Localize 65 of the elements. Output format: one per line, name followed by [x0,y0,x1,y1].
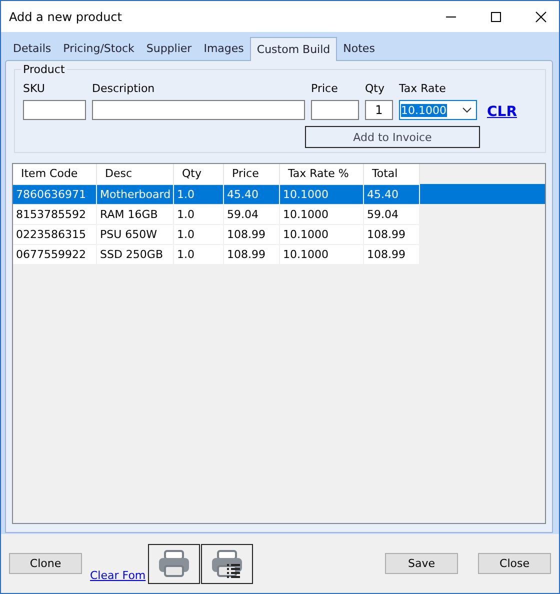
table-cell: 45.40 [364,184,420,204]
price-field[interactable] [311,100,359,120]
close-icon[interactable] [535,10,547,22]
tab[interactable]: Supplier [140,38,198,60]
table-row[interactable]: 0677559922 SSD 250GB 1.0 108.99 10.1000 108.99 [13,244,545,264]
table-cell: SSD 250GB [97,244,174,264]
qty-field[interactable]: 1 [365,100,393,120]
column-header[interactable]: Tax Rate % [280,164,364,184]
save-button[interactable]: Save [385,553,458,574]
table-cell: 108.99 [224,244,280,264]
table-cell: 108.99 [364,224,420,244]
table-cell: 0223586315 [13,224,97,244]
table-cell: 59.04 [224,204,280,224]
field-label: Qty [365,82,386,95]
tab[interactable]: Custom Build [250,37,338,61]
table-cell: 8153785592 [13,204,97,224]
column-header[interactable]: Total [364,164,420,184]
close-button[interactable]: Close [478,553,551,574]
window-title: Add a new product [9,10,123,24]
table-cell: 10.1000 [280,224,364,244]
print-button[interactable] [148,544,200,584]
tab[interactable]: Images [198,38,250,60]
table-cell: 10.1000 [280,244,364,264]
table-cell: 1.0 [174,244,224,264]
table-cell: 108.99 [364,244,420,264]
printer-list-icon [210,548,244,578]
description-field[interactable] [92,100,305,120]
table-cell: 1.0 [174,224,224,244]
tab[interactable]: Pricing/Stock [57,38,140,60]
clear-link[interactable]: CLR [487,104,517,120]
table-cell: Motherboard [97,184,174,204]
clear-form-link[interactable]: Clear Fom [90,569,146,582]
table-cell: RAM 16GB [97,204,174,224]
chevron-icon [462,107,472,113]
table-cell: 10.1000 [280,204,364,224]
field-label: SKU [23,82,46,95]
table-row[interactable]: 8153785592 RAM 16GB 1.0 59.04 10.1000 59.04 [13,204,545,224]
tab[interactable]: Notes [337,38,381,60]
table-row[interactable]: 7860636971 Motherboard 1.0 45.40 10.1000 45.40 [13,184,545,204]
table-cell: 10.1000 [280,184,364,204]
table-row[interactable]: 0223586315 PSU 650W 1.0 108.99 10.1000 108.99 [13,224,545,244]
table-cell: 1.0 [174,204,224,224]
column-header[interactable]: Item Code [13,164,97,184]
tax-rate-dropdown[interactable]: 10.1000 [399,100,477,120]
table-cell: 108.99 [224,224,280,244]
column-header[interactable]: Price [224,164,280,184]
table-cell: 1.0 [174,184,224,204]
table-cell: 59.04 [364,204,420,224]
field-label: Tax Rate [399,82,447,95]
table-cell: 45.40 [224,184,280,204]
add-to-invoice-button[interactable]: Add to Invoice [305,126,480,148]
maximize-icon[interactable] [490,10,502,22]
printer-icon [156,548,191,578]
field-label: Description [92,82,156,95]
group-title: Product [21,63,67,76]
column-header[interactable]: Desc [97,164,174,184]
tab[interactable]: Details [7,38,58,60]
table-cell: PSU 650W [97,224,174,244]
field-label: Price [311,82,339,95]
table-cell: 0677559922 [13,244,97,264]
table-cell: 7860636971 [13,184,97,204]
column-header[interactable]: Qty [174,164,224,184]
print-list-button[interactable] [200,544,253,584]
clone-button[interactable]: Clone [9,553,82,574]
sku-field[interactable] [23,100,86,120]
